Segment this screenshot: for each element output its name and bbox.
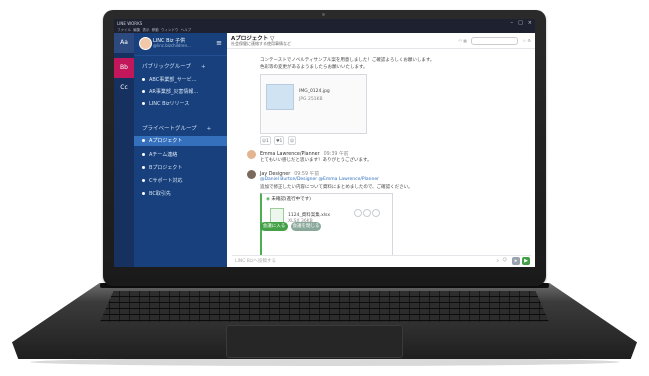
window-title: LINE WORKS [117,21,143,26]
mention-text[interactable]: @Daniel Burton/Designer @Emma Lawrence/P… [260,177,379,182]
image-thumbnail[interactable] [266,84,294,110]
user-icon[interactable]: ⚇ [458,38,462,43]
task-status: ◉ 未確認(進行中です) [266,196,311,202]
download-icon[interactable] [354,209,362,217]
webcam [322,13,325,16]
maximize-button[interactable]: □ [518,20,523,26]
chat-pane: Aプロジェクト ▽ 社会保健に連絡する使用事情など ⚇ ▦ ☆ ⚙ コンテースト… [227,33,535,267]
close-meeting-button[interactable]: 会議を閉じる [291,222,321,231]
channel-label: Aチーム連絡 [149,152,178,158]
workspace-aa[interactable]: Aa [114,33,134,53]
reaction-count: 1 [279,138,283,143]
public-group-header[interactable]: パブリックグループ + [142,62,206,70]
emoji-icon[interactable]: ☺ [502,258,507,263]
file-size: JPG 251KB [299,97,323,102]
workspace-rail: Aa Bb Cc [114,33,134,267]
channel-label: Bプロジェクト [149,165,183,171]
channel-item[interactable]: AR事業部_災害情報... [142,87,227,97]
send-button[interactable]: ▶ [522,257,530,265]
image-attachment[interactable]: IMG_0124.jpg JPG 251KB [260,74,367,134]
share-icon[interactable] [363,209,371,217]
channel-item[interactable]: ABC事業部_サービ... [142,75,227,85]
composer-placeholder[interactable]: LINC Bizへ投稿する [235,258,276,264]
message-author-row: Jay Designer 09:59 午前 [260,170,319,177]
enter-meeting-button[interactable]: 会議に入る [260,222,288,231]
search-input[interactable] [471,37,519,45]
reaction-like[interactable]: ♥1 [274,136,285,145]
avatar[interactable] [247,170,256,179]
add-reaction-button[interactable]: ☺ [288,136,297,145]
channel-dot-icon [142,90,145,93]
menu-view[interactable]: 表示 [142,28,149,32]
channel-label: AR事業部_災害情報... [149,89,199,95]
channel-label: BC取引先 [149,191,171,197]
channel-sidebar: LINC Biz 子供 @linc.bizchildren... ≡ パブリック… [134,33,227,267]
menu-edit[interactable]: 編集 [133,28,140,32]
menu-icon[interactable]: ≡ [216,39,222,47]
channel-item-active[interactable]: Aプロジェクト [134,136,227,146]
channel-dot-icon [142,153,145,156]
user-avatar[interactable] [139,37,152,50]
menu-window[interactable]: ウィンドウ [161,28,179,32]
message-text: コンテーストでノベルティサンプル案を用意しました！ご確認よろしくお願いします。 [260,58,435,63]
settings-icon[interactable]: ⚙ [527,38,531,43]
file-name: 1124_資料案集.xlsx [288,213,331,218]
menu-go[interactable]: 移動 [152,28,159,32]
status-icon: ◉ [266,197,270,202]
channel-dot-icon [142,139,145,142]
channel-item[interactable]: BC取引先 [142,189,227,199]
message-author-row: Emma Lawrence/Planner 09:39 午前 [260,150,349,157]
channel-label: LINC Bizリリース [149,101,190,107]
laptop-shadow [30,358,620,366]
workspace-bb[interactable]: Bb [114,58,134,78]
close-button[interactable]: × [528,20,532,26]
channel-item[interactable]: Bプロジェクト [142,163,227,173]
message-text: とてもいい感じだと思います！ありがとうございます。 [260,158,372,163]
header-tools: ⚇ ▦ ☆ ⚙ [458,37,531,45]
message-text: 色彩等の変更があるようましたらお願いいたします。 [260,65,368,70]
channel-dot-icon [142,166,145,169]
workspace-cc[interactable]: Cc [114,78,134,98]
star-icon[interactable]: ☆ [523,38,527,43]
attach-icon[interactable]: ⌕ [496,258,499,264]
private-group-header[interactable]: プライベートグループ + [142,124,211,132]
channel-header: Aプロジェクト ▽ 社会保健に連絡する使用事情など ⚇ ▦ ☆ ⚙ [227,33,535,49]
channel-item[interactable]: Cサポート対応 [142,176,227,186]
channel-item[interactable]: LINC Bizリリース [142,99,227,109]
keyboard-rows [100,291,549,322]
add-public-group-button[interactable]: + [201,64,206,70]
channel-label: Cサポート対応 [149,178,183,184]
reaction-count: 1 [266,138,269,143]
channel-subtitle: 社会保健に連絡する使用事情など [231,41,291,46]
channel-label: ABC事業部_サービ... [149,77,197,83]
format-button[interactable]: ▸ [512,257,520,265]
menu-help[interactable]: ヘルプ [181,28,192,32]
private-group-label: プライベートグループ [142,126,197,132]
laptop-screen: LINE WORKS – □ × ファイル 編集 表示 移動 ウィンドウ ヘルプ… [114,19,535,267]
more-icon[interactable] [372,209,380,217]
channel-dot-icon [142,102,145,105]
channel-dot-icon [142,179,145,182]
channel-dot-icon [142,192,145,195]
sidebar-header: LINC Biz 子供 @linc.bizchildren... ≡ [134,33,227,56]
title-bar: LINE WORKS – □ × [114,19,535,28]
reaction-smile[interactable]: ☺1 [260,136,271,145]
minimize-button[interactable]: – [511,20,514,26]
channel-dot-icon [142,78,145,81]
calendar-icon[interactable]: ▦ [463,38,467,43]
public-group-label: パブリックグループ [142,64,191,70]
trackpad [226,325,403,358]
file-name: IMG_0124.jpg [299,89,330,94]
menu-file[interactable]: ファイル [117,28,131,32]
add-private-group-button[interactable]: + [207,126,212,132]
message-composer[interactable]: LINC Bizへ投稿する ⌕ ☺ ▸ ▶ [232,255,531,265]
message-text: 追加で修正したい内容について資料にまとめましたので、ご確認ください。 [260,185,413,190]
user-id: @linc.bizchildren... [153,43,191,48]
task-status-label: 未確認(進行中です) [271,197,311,202]
channel-label: Aプロジェクト [149,138,183,144]
avatar[interactable] [247,150,256,159]
channel-item[interactable]: Aチーム連絡 [142,150,227,160]
